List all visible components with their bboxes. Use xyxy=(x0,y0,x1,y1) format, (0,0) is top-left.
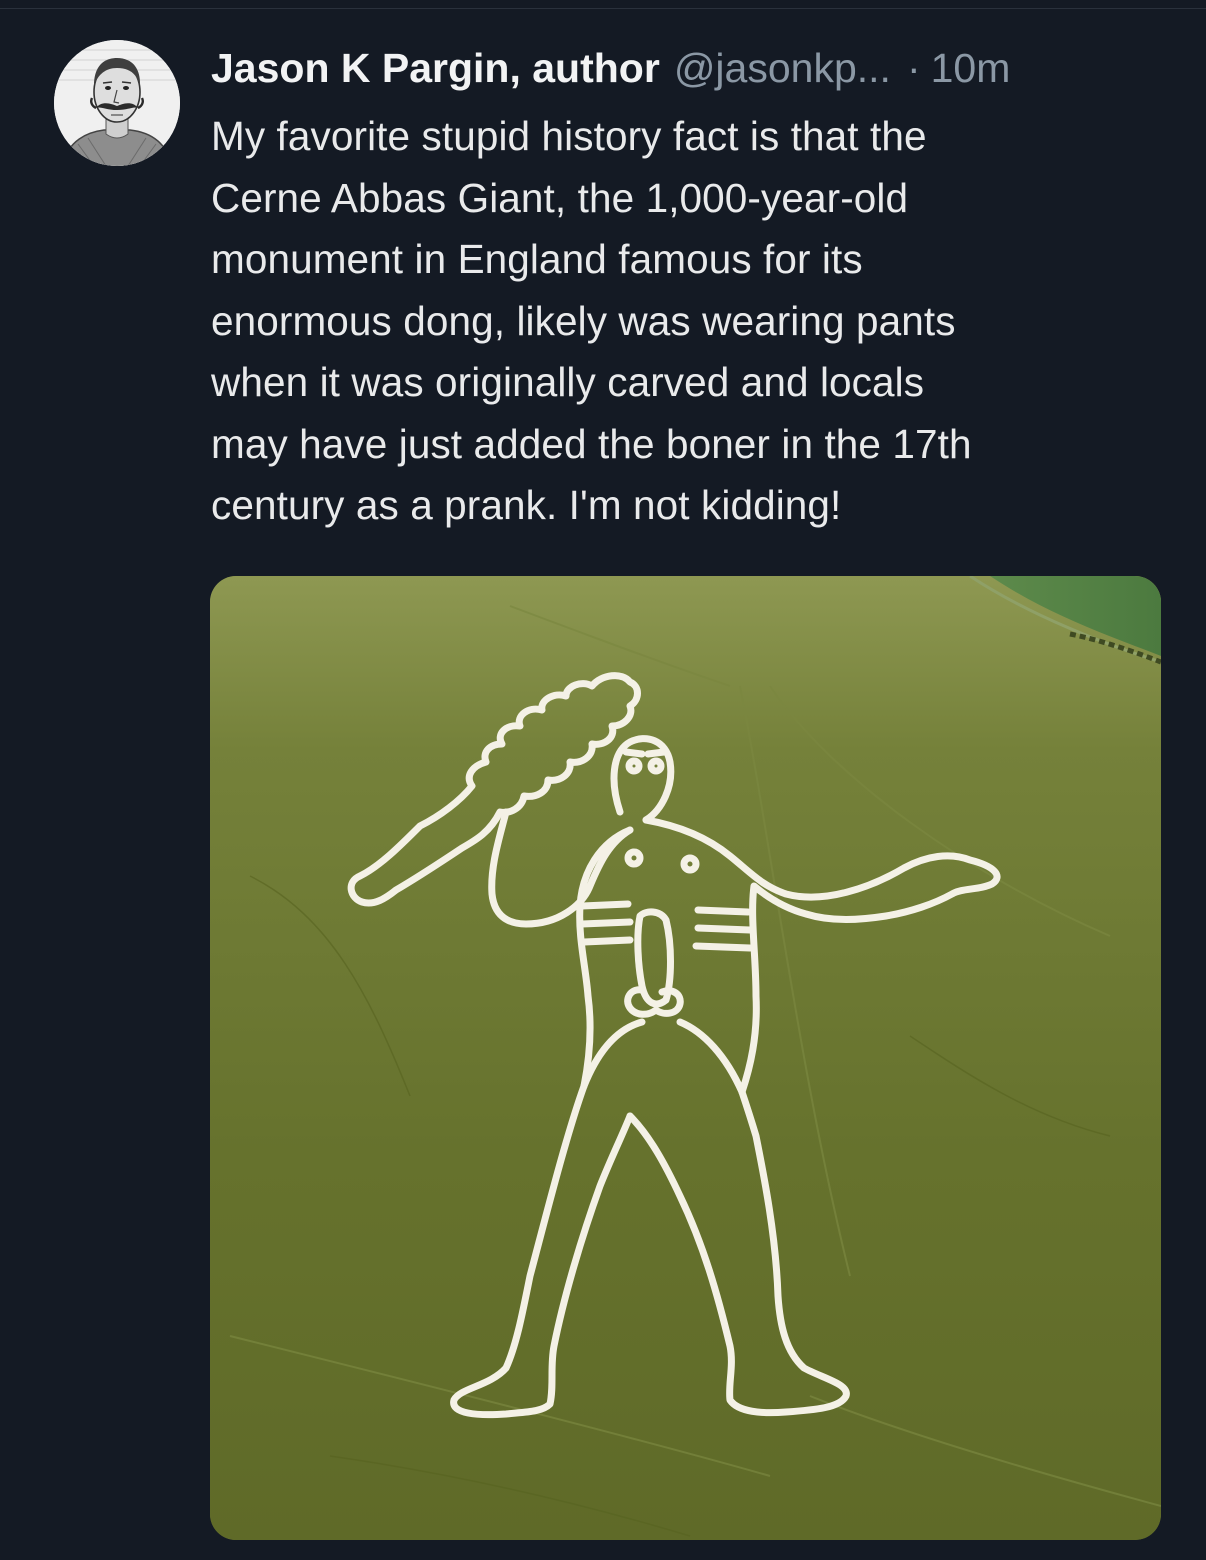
tweet[interactable]: Jason K Pargin, author @jasonkp... · 10m… xyxy=(0,0,1206,1560)
timestamp[interactable]: 10m xyxy=(931,42,1011,94)
tweet-media-image[interactable] xyxy=(210,576,1161,1540)
user-handle[interactable]: @jasonkp... xyxy=(674,42,891,94)
avatar-portrait-icon xyxy=(54,40,180,166)
separator-dot: · xyxy=(906,45,921,91)
display-name[interactable]: Jason K Pargin, author xyxy=(211,42,660,94)
photo-hill-figure-icon xyxy=(210,576,1161,1540)
avatar[interactable] xyxy=(54,40,180,166)
tweet-header: Jason K Pargin, author @jasonkp... · 10m xyxy=(211,42,1171,94)
tweet-text: My favorite stupid history fact is that … xyxy=(211,113,972,528)
